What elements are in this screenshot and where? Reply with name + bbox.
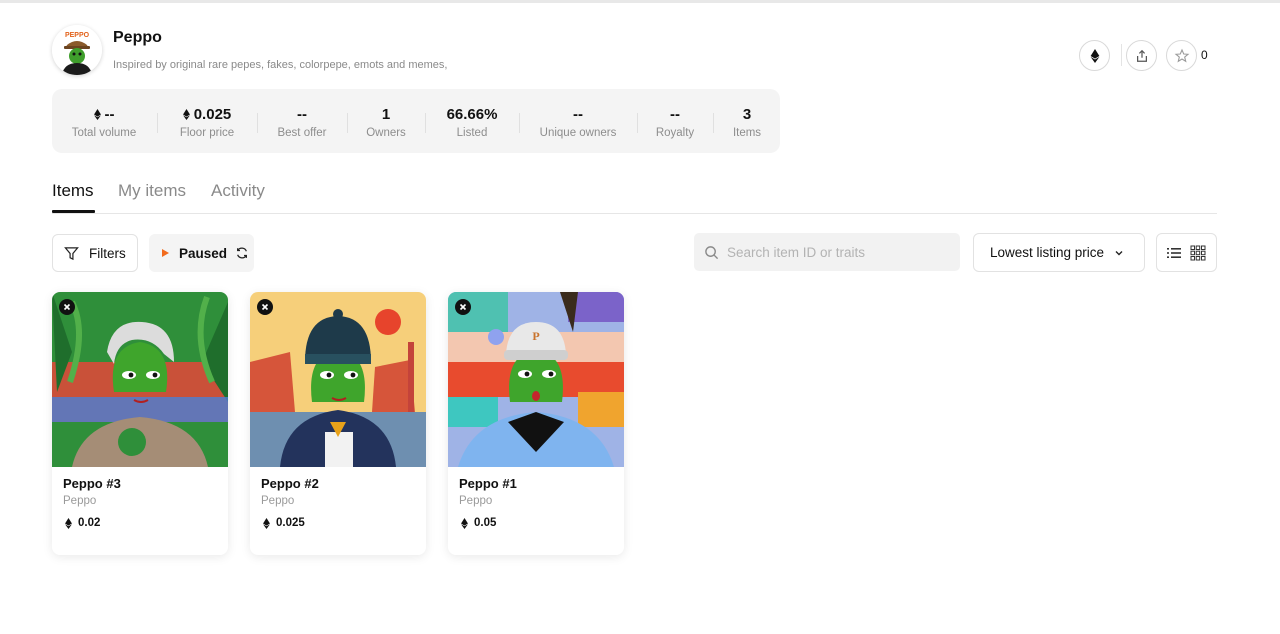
stat-label: Items — [732, 127, 762, 139]
paused-label: Paused — [179, 245, 228, 261]
stat-value: -- — [297, 105, 307, 123]
nft-price-value: 0.02 — [78, 517, 101, 529]
stat-unique-owners: -- Unique owners — [520, 89, 636, 153]
collection-avatar: PEPPO — [52, 25, 102, 75]
ethereum-chain-button[interactable] — [1079, 40, 1110, 71]
stat-label: Owners — [366, 127, 406, 139]
filters-button[interactable]: Filters — [52, 234, 138, 272]
grid-view-icon[interactable] — [1190, 245, 1206, 261]
svg-text:PEPPO: PEPPO — [65, 32, 90, 39]
search-input[interactable] — [727, 244, 947, 260]
stat-value: -- — [670, 105, 680, 123]
stat-value: -- — [573, 105, 583, 123]
refresh-icon — [237, 247, 248, 259]
nft-collection: Peppo — [261, 495, 295, 507]
verified-icon — [261, 303, 269, 311]
live-status-toggle[interactable]: Paused — [149, 234, 254, 272]
tabs-divider — [52, 213, 1217, 214]
ethereum-icon — [65, 517, 72, 529]
nft-name: Peppo #2 — [261, 476, 319, 491]
nft-image: P — [448, 292, 624, 467]
tab-my-items[interactable]: My items — [118, 181, 186, 201]
tab-activity[interactable]: Activity — [211, 181, 265, 201]
ethereum-icon — [461, 517, 468, 529]
chevron-down-icon — [1115, 250, 1123, 255]
stat-listed: 66.66% Listed — [426, 89, 518, 153]
search-bar — [694, 233, 960, 271]
nft-collection: Peppo — [63, 495, 97, 507]
collection-stats: -- Total volume 0.025 Floor price -- Bes… — [52, 89, 780, 153]
favorite-button[interactable] — [1166, 40, 1197, 71]
share-button[interactable] — [1126, 40, 1157, 71]
stat-label: Royalty — [655, 127, 695, 139]
nft-collection: Peppo — [459, 495, 493, 507]
nft-price-value: 0.025 — [276, 517, 305, 529]
top-border — [0, 0, 1280, 3]
ethereum-icon — [182, 108, 190, 120]
stat-items: 3 Items — [714, 89, 780, 153]
nft-card[interactable]: Peppo #3 Peppo 0.02 — [52, 292, 228, 555]
play-icon — [162, 249, 169, 257]
nft-image — [250, 292, 426, 467]
stat-value: 1 — [381, 105, 391, 123]
stat-royalty: -- Royalty — [638, 89, 712, 153]
nft-price: 0.025 — [263, 517, 305, 529]
stat-label: Listed — [456, 127, 488, 139]
collection-badge — [59, 299, 75, 315]
sort-dropdown[interactable]: Lowest listing price — [973, 233, 1145, 272]
nft-price: 0.02 — [65, 517, 100, 529]
nft-name: Peppo #3 — [63, 476, 121, 491]
ethereum-icon — [263, 517, 270, 529]
tab-items[interactable]: Items — [52, 181, 94, 201]
stat-label: Unique owners — [539, 127, 617, 139]
collection-name: Peppo — [113, 29, 162, 46]
stat-label: Best offer — [277, 127, 327, 139]
nft-image — [52, 292, 228, 467]
stat-best-offer: -- Best offer — [258, 89, 346, 153]
collection-badge — [257, 299, 273, 315]
ethereum-icon — [93, 108, 101, 120]
search-icon — [705, 245, 719, 259]
filter-icon — [64, 246, 79, 260]
stat-total-volume: -- Total volume — [52, 89, 156, 153]
stat-label: Floor price — [179, 127, 235, 139]
stat-value: 3 — [742, 105, 752, 123]
stat-value: 0.025 — [193, 105, 232, 123]
stat-value: -- — [104, 105, 115, 123]
star-icon — [1174, 48, 1189, 62]
share-icon — [1136, 49, 1147, 62]
favorite-count: 0 — [1201, 48, 1208, 62]
stat-label: Total volume — [71, 127, 137, 139]
sort-label: Lowest listing price — [990, 245, 1105, 260]
header-separator — [1121, 44, 1122, 66]
stat-owners: 1 Owners — [348, 89, 424, 153]
verified-icon — [459, 303, 467, 311]
collection-description: Inspired by original rare pepes, fakes, … — [113, 59, 448, 71]
view-toggle — [1156, 233, 1217, 272]
stat-floor-price: 0.025 Floor price — [158, 89, 256, 153]
nft-card[interactable]: Peppo #2 Peppo 0.025 — [250, 292, 426, 555]
collection-badge — [455, 299, 471, 315]
filters-label: Filters — [89, 245, 126, 261]
nft-name: Peppo #1 — [459, 476, 517, 491]
nft-price-value: 0.05 — [474, 517, 497, 529]
nft-price: 0.05 — [461, 517, 496, 529]
ethereum-icon — [1090, 48, 1099, 63]
svg-text:P: P — [532, 329, 539, 343]
nft-card[interactable]: P Peppo #1 Peppo 0.05 — [448, 292, 624, 555]
stat-value: 66.66% — [446, 105, 498, 123]
verified-icon — [63, 303, 71, 311]
list-view-icon[interactable] — [1167, 247, 1182, 259]
